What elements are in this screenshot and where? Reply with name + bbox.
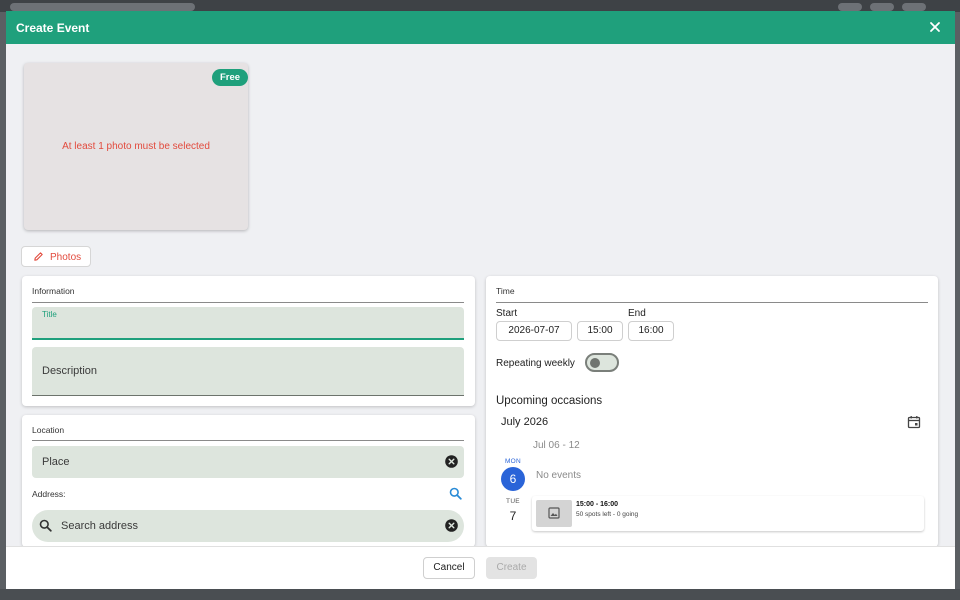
occasion-time: 15:00 - 16:00	[576, 501, 619, 508]
start-label: Start	[496, 308, 518, 319]
divider	[496, 302, 928, 303]
address-label: Address:	[32, 489, 66, 499]
search-address-field[interactable]: Search address	[32, 510, 464, 542]
dialog-title: Create Event	[16, 21, 90, 35]
photos-button-label: Photos	[50, 252, 82, 263]
day-number-today: 6	[501, 467, 525, 491]
image-icon	[548, 507, 560, 519]
place-placeholder: Place	[42, 456, 70, 468]
dialog-header: Create Event	[6, 11, 955, 44]
search-icon	[39, 519, 52, 532]
calendar-icon[interactable]	[907, 415, 921, 429]
information-heading: Information	[32, 286, 75, 296]
create-event-dialog: Create Event Free At least 1 photo must …	[6, 11, 955, 589]
day-tuesday[interactable]: TUE 7	[500, 498, 526, 523]
cancel-button[interactable]: Cancel	[423, 557, 475, 579]
background-tab	[10, 3, 195, 11]
title-field-label: Title	[42, 310, 57, 319]
free-badge: Free	[212, 69, 249, 86]
background-icon	[902, 3, 926, 11]
repeating-label: Repeating weekly	[496, 358, 575, 369]
dialog-footer: Cancel Create	[6, 547, 955, 589]
background-icon	[870, 3, 894, 11]
search-address-placeholder: Search address	[61, 520, 139, 532]
photo-error-message: At least 1 photo must be selected	[62, 141, 210, 152]
title-field[interactable]: Title	[32, 307, 464, 340]
location-card: Location Place Address: Search address	[22, 415, 475, 547]
occasion-thumbnail	[536, 500, 572, 527]
clear-search-icon[interactable]	[445, 519, 458, 532]
location-heading: Location	[32, 425, 65, 435]
end-label: End	[628, 308, 646, 319]
search-icon[interactable]	[449, 487, 462, 500]
place-field[interactable]: Place	[32, 446, 464, 478]
time-heading: Time	[496, 286, 515, 296]
description-field[interactable]: Description	[32, 347, 464, 396]
day-number: 7	[509, 509, 517, 523]
occasion-card[interactable]: 15:00 - 16:00 50 spots left - 0 going	[532, 496, 924, 531]
pencil-icon	[34, 252, 43, 261]
day-monday[interactable]: MON 6	[500, 458, 526, 491]
repeating-toggle[interactable]	[585, 353, 619, 372]
day-name: TUE	[506, 498, 520, 505]
time-card: Time Start End 2026-07-07 15:00 16:00 Re…	[486, 276, 938, 547]
start-date-input[interactable]: 2026-07-07	[496, 321, 572, 341]
create-button[interactable]: Create	[486, 557, 537, 579]
divider	[32, 302, 464, 303]
day-name: MON	[504, 458, 522, 465]
month-label: July 2026	[501, 416, 549, 428]
clear-place-icon[interactable]	[445, 455, 458, 468]
toggle-knob	[590, 358, 600, 368]
information-card: Information Title Description	[22, 276, 475, 406]
photos-button[interactable]: Photos	[21, 246, 91, 267]
description-placeholder: Description	[42, 365, 98, 377]
background-icon	[838, 3, 862, 11]
no-events-text: No events	[536, 470, 582, 481]
upcoming-heading: Upcoming occasions	[496, 395, 603, 407]
occasion-info: 50 spots left - 0 going	[576, 511, 639, 518]
close-icon[interactable]	[928, 20, 942, 34]
photo-placeholder[interactable]: Free At least 1 photo must be selected	[24, 63, 249, 230]
divider	[32, 440, 464, 441]
background-bottom	[0, 589, 960, 600]
end-time-input[interactable]: 16:00	[628, 321, 674, 341]
week-range: Jul 06 - 12	[533, 440, 580, 451]
start-time-input[interactable]: 15:00	[577, 321, 623, 341]
